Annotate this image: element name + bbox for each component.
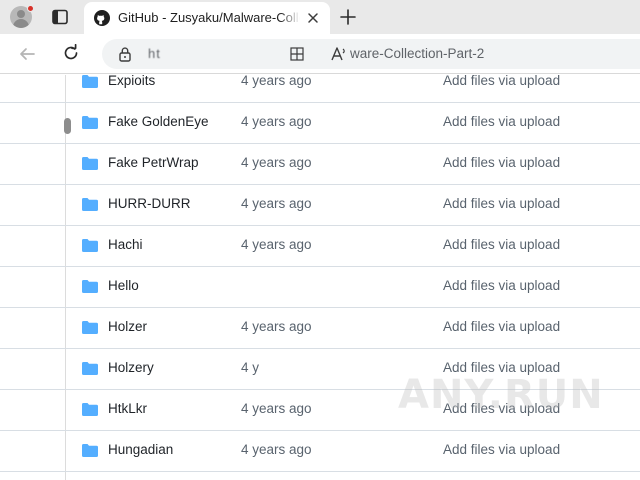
folder-name-link[interactable]: Hachi [108, 237, 143, 252]
notification-dot-icon [27, 5, 34, 12]
back-arrow-icon[interactable] [18, 45, 36, 63]
commit-age: 4 years ago [241, 114, 312, 129]
commit-age: 4 years ago [241, 401, 312, 416]
read-aloud-icon[interactable] [330, 45, 348, 63]
url-text-tail: ware-Collection-Part-2 [350, 46, 485, 61]
file-row[interactable]: Hachi 4 years ago Add files via upload [0, 226, 640, 267]
url-text-start: ht [148, 46, 161, 61]
folder-icon [82, 116, 98, 129]
folder-name-link[interactable]: Fake PetrWrap [108, 155, 199, 170]
commit-message-link[interactable]: Add files via upload [443, 155, 560, 170]
folder-name-link[interactable]: Hello [108, 278, 139, 293]
folder-icon [82, 239, 98, 252]
folder-name-link[interactable]: HURR-DURR [108, 196, 191, 211]
file-row[interactable]: Fake PetrWrap 4 years ago Add files via up… [0, 144, 640, 185]
commit-age: 4 years ago [241, 155, 312, 170]
commit-message-link[interactable]: Add files via upload [443, 442, 560, 457]
commit-age: 4 years ago [241, 319, 312, 334]
commit-age: 4 years ago [241, 442, 312, 457]
file-row[interactable]: Hungadian 4 years ago Add files via upload [0, 431, 640, 472]
commit-age: 4 y [241, 360, 260, 375]
repository-file-list: Expioits 4 years ago Add files via upload F… [0, 75, 640, 480]
watermark-logo: ANY.RUN [398, 372, 604, 418]
commit-age: 4 years ago [241, 75, 312, 88]
lock-icon[interactable] [118, 46, 132, 62]
folder-icon [82, 280, 98, 293]
file-row[interactable]: HURR-DURR 4 years ago Add files via upload [0, 185, 640, 226]
app-grid-icon[interactable] [290, 47, 304, 61]
folder-name-link[interactable]: Fake GoldenEye [108, 114, 209, 129]
tab-title: GitHub - Zusyaku/Malware-Collection-Part… [118, 10, 300, 25]
commit-age: 4 years ago [241, 196, 312, 211]
file-row[interactable]: Fake GoldenEye 4 years ago Add files via u… [0, 103, 640, 144]
scrollbar-thumb[interactable] [64, 118, 71, 134]
tab-actions-icon[interactable] [50, 7, 70, 27]
commit-age: 4 years ago [241, 237, 312, 252]
folder-icon [82, 157, 98, 170]
commit-message-link[interactable]: Add files via upload [443, 319, 560, 334]
commit-message-link[interactable]: Add files via upload [443, 75, 560, 88]
folder-name-link[interactable]: Holzer [108, 319, 147, 334]
folder-name-link[interactable]: Hungadian [108, 442, 173, 457]
new-tab-icon[interactable] [340, 9, 356, 25]
folder-icon [82, 75, 98, 88]
folder-icon [82, 444, 98, 457]
folder-name-link[interactable]: HtkLkr [108, 401, 147, 416]
folder-name-link[interactable]: Expioits [108, 75, 155, 88]
browser-toolbar: ht ware-Collection-Part-2 [0, 34, 640, 74]
reload-icon[interactable] [62, 44, 80, 62]
file-row[interactable]: Holzer 4 years ago Add files via upload [0, 308, 640, 349]
file-row[interactable]: Hello Add files via upload [0, 267, 640, 308]
file-row[interactable]: Expioits 4 years ago Add files via upload [0, 75, 640, 103]
commit-message-link[interactable]: Add files via upload [443, 237, 560, 252]
folder-icon [82, 403, 98, 416]
browser-tab-active[interactable]: GitHub - Zusyaku/Malware-Collection-Part… [84, 2, 330, 34]
folder-icon [82, 321, 98, 334]
commit-message-link[interactable]: Add files via upload [443, 196, 560, 211]
address-bar[interactable]: ht ware-Collection-Part-2 [102, 39, 640, 69]
commit-message-link[interactable]: Add files via upload [443, 114, 560, 129]
folder-icon [82, 362, 98, 375]
close-tab-icon[interactable] [306, 11, 320, 25]
github-icon [94, 10, 110, 26]
browser-tabstrip: GitHub - Zusyaku/Malware-Collection-Part… [0, 0, 640, 34]
folder-name-link[interactable]: Holzery [108, 360, 154, 375]
commit-message-link[interactable]: Add files via upload [443, 278, 560, 293]
folder-icon [82, 198, 98, 211]
